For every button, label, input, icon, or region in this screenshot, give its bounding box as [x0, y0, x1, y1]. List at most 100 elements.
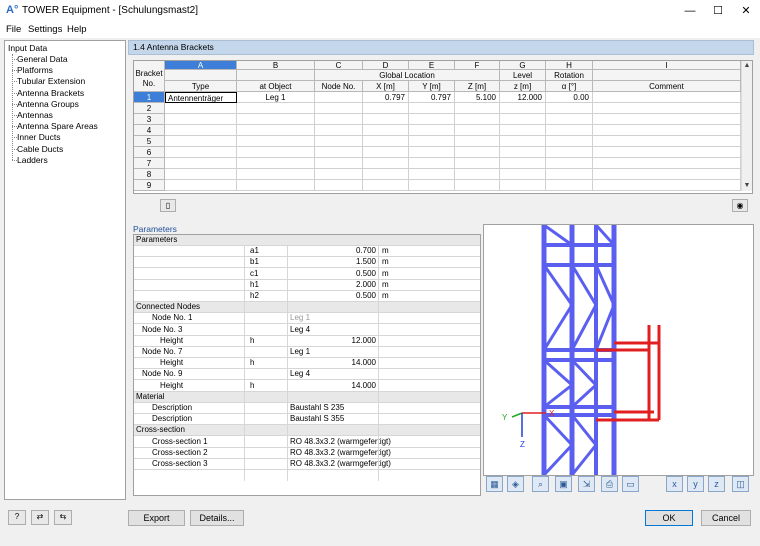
table-cell[interactable]	[593, 103, 741, 114]
table-cell[interactable]	[165, 180, 237, 191]
row-number[interactable]: 7	[134, 158, 165, 169]
table-cell[interactable]	[237, 158, 315, 169]
table-cell[interactable]	[315, 114, 363, 125]
import-icon[interactable]: ⇄	[31, 510, 49, 525]
row-number[interactable]: 8	[134, 169, 165, 180]
table-cell[interactable]	[455, 158, 500, 169]
table-cell[interactable]	[315, 169, 363, 180]
cross-section-2-value[interactable]: RO 48.3x3.2 (warmgefertigt)	[290, 459, 391, 469]
minimize-button[interactable]: —	[676, 0, 704, 22]
table-cell[interactable]	[455, 147, 500, 158]
table-cell[interactable]	[500, 136, 546, 147]
table-cell[interactable]	[409, 114, 455, 125]
select-icon[interactable]: ⇲	[578, 476, 595, 492]
table-cell[interactable]	[409, 103, 455, 114]
table-cell[interactable]	[455, 180, 500, 191]
nav-item-antenna-brackets[interactable]: Antenna Brackets	[17, 88, 84, 98]
cross-section-0-value[interactable]: RO 48.3x3.2 (warmgefertigt)	[290, 437, 391, 447]
view-x-icon[interactable]: x	[666, 476, 683, 492]
table-cell[interactable]: Leg 1	[237, 92, 315, 103]
table-cell[interactable]	[546, 169, 593, 180]
node3-height-value[interactable]: 12.000	[290, 336, 376, 346]
scroll-up-icon[interactable]: ▲	[742, 61, 752, 71]
nav-item-antennas[interactable]: Antennas	[17, 110, 53, 120]
table-cell[interactable]	[500, 125, 546, 136]
table-cell[interactable]	[237, 180, 315, 191]
material-0-value[interactable]: Baustahl S 235	[290, 403, 344, 413]
table-cell[interactable]	[409, 125, 455, 136]
print-icon[interactable]: ⎙	[601, 476, 618, 492]
table-cell[interactable]	[593, 92, 741, 103]
eye-icon[interactable]: ◉	[732, 199, 748, 212]
table-cell[interactable]	[315, 103, 363, 114]
table-cell[interactable]	[455, 169, 500, 180]
table-cell[interactable]	[315, 125, 363, 136]
table-cell[interactable]	[500, 114, 546, 125]
node9-height-value[interactable]: 14.000	[290, 381, 376, 391]
table-cell[interactable]	[500, 103, 546, 114]
table-scrollbar[interactable]: ▲ ▼	[741, 61, 752, 191]
row-number[interactable]: 3	[134, 114, 165, 125]
nav-item-platforms[interactable]: Platforms	[17, 65, 53, 75]
zoom-icon[interactable]: ⌕	[532, 476, 549, 492]
table-cell[interactable]	[546, 103, 593, 114]
table-cell[interactable]	[546, 158, 593, 169]
cancel-button[interactable]: Cancel	[701, 510, 751, 526]
nav-item-ladders[interactable]: Ladders	[17, 155, 48, 165]
table-cell[interactable]	[363, 114, 409, 125]
table-cell[interactable]	[165, 158, 237, 169]
table-cell[interactable]	[363, 180, 409, 191]
table-cell[interactable]	[237, 136, 315, 147]
table-cell[interactable]: 0.797	[409, 92, 455, 103]
table-cell[interactable]	[315, 180, 363, 191]
table-cell[interactable]	[409, 169, 455, 180]
ok-button[interactable]: OK	[645, 510, 693, 526]
table-cell[interactable]	[409, 136, 455, 147]
table-cell[interactable]	[237, 114, 315, 125]
table-cell[interactable]: Antennenträger	[165, 92, 237, 103]
table-cell[interactable]	[455, 103, 500, 114]
table-cell[interactable]	[315, 147, 363, 158]
table-cell[interactable]	[593, 180, 741, 191]
3d-view[interactable]: X Y Z	[483, 223, 754, 477]
table-cell[interactable]	[593, 125, 741, 136]
table-cell[interactable]	[593, 147, 741, 158]
table-cell[interactable]	[500, 147, 546, 158]
table-cell[interactable]	[546, 114, 593, 125]
book-icon[interactable]: ▯	[160, 199, 176, 212]
table-cell[interactable]	[237, 103, 315, 114]
table-cell[interactable]	[455, 125, 500, 136]
table-cell[interactable]	[546, 147, 593, 158]
table-cell[interactable]	[363, 147, 409, 158]
cross-section-1-value[interactable]: RO 48.3x3.2 (warmgefertigt)	[290, 448, 391, 458]
view-all-icon[interactable]: ▦	[486, 476, 503, 492]
export-data-icon[interactable]: ⇆	[54, 510, 72, 525]
node9-value[interactable]: Leg 4	[290, 369, 310, 379]
param-h1-value[interactable]: 2.000	[290, 280, 376, 290]
table-cell[interactable]	[363, 158, 409, 169]
nav-item-inner-ducts[interactable]: Inner Ducts	[17, 132, 60, 142]
table-cell[interactable]	[363, 103, 409, 114]
table-cell[interactable]	[455, 136, 500, 147]
table-cell[interactable]	[593, 158, 741, 169]
node7-height-value[interactable]: 14.000	[290, 358, 376, 368]
table-cell[interactable]	[315, 92, 363, 103]
nav-item-tubular-extension[interactable]: Tubular Extension	[17, 76, 85, 86]
table-cell[interactable]	[546, 180, 593, 191]
table-cell[interactable]	[237, 147, 315, 158]
table-cell[interactable]	[409, 147, 455, 158]
help-icon[interactable]: ?	[8, 510, 26, 525]
export-button[interactable]: Export	[128, 510, 185, 526]
render-icon[interactable]: ◈	[507, 476, 524, 492]
row-number[interactable]: 6	[134, 147, 165, 158]
row-number[interactable]: 2	[134, 103, 165, 114]
table-cell[interactable]	[409, 158, 455, 169]
nav-item-cable-ducts[interactable]: Cable Ducts	[17, 144, 63, 154]
nav-item-antenna-spare-areas[interactable]: Antenna Spare Areas	[17, 121, 98, 131]
row-number[interactable]: 1	[134, 92, 165, 103]
table-cell[interactable]: 5.100	[455, 92, 500, 103]
node-1-value[interactable]: Leg 1	[290, 313, 310, 323]
nav-root-input-data[interactable]: Input Data	[8, 43, 47, 53]
table-cell[interactable]	[455, 114, 500, 125]
table-cell[interactable]: 12.000	[500, 92, 546, 103]
